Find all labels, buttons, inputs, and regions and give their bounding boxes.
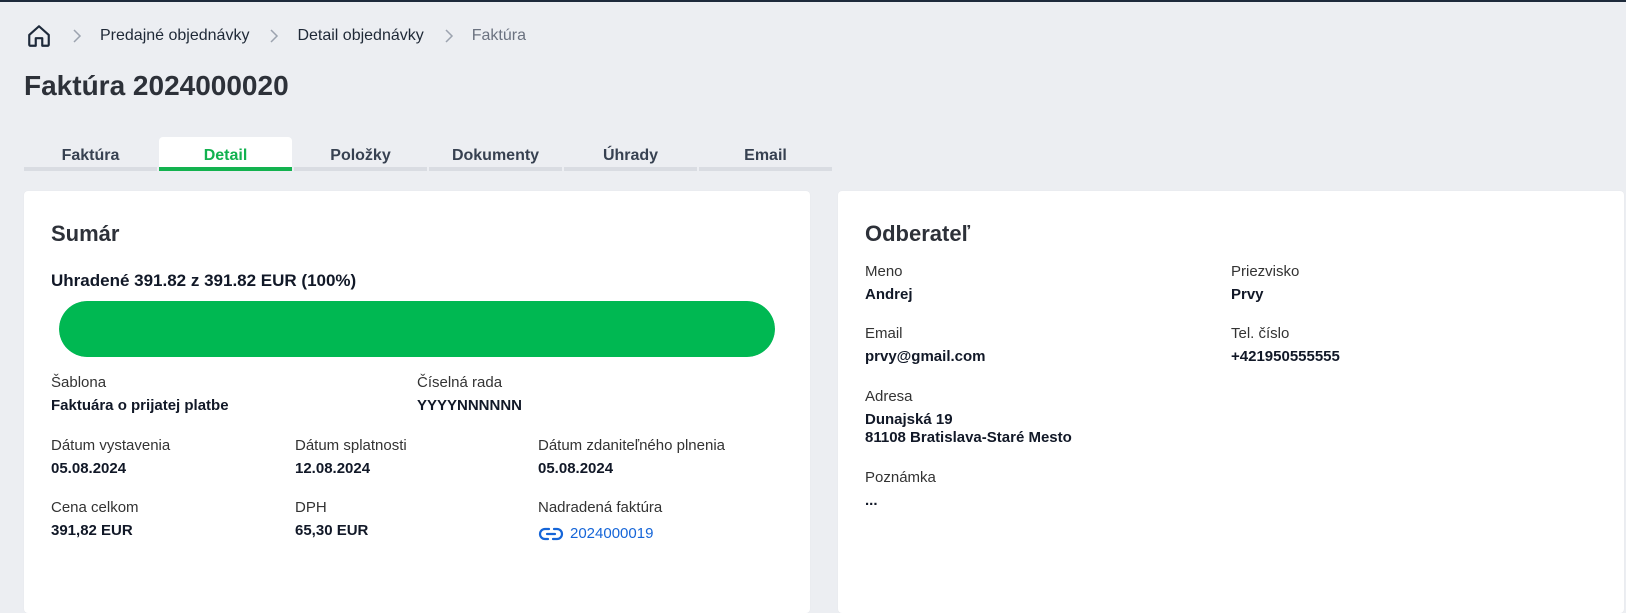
name-field: Meno Andrej bbox=[865, 263, 913, 304]
customer-title: Odberateľ bbox=[865, 221, 971, 246]
name-value: Andrej bbox=[865, 286, 913, 303]
issue-date-label: Dátum vystavenia bbox=[51, 437, 171, 454]
vat-value: 65,30 EUR bbox=[295, 522, 369, 539]
link-icon bbox=[538, 526, 564, 542]
series-field: Číselná rada YYYYNNNNNN bbox=[417, 374, 522, 415]
customer-card: Odberateľ Meno Andrej Priezvisko Prvy Em… bbox=[838, 191, 1624, 613]
tax-date-field: Dátum zdaniteľného plnenia 05.08.2024 bbox=[538, 437, 725, 478]
page-title: Faktúra 2024000020 bbox=[24, 70, 289, 101]
address-field: Adresa Dunajská 19 81108 Bratislava-Star… bbox=[865, 388, 1072, 447]
parent-invoice-link[interactable]: 2024000019 bbox=[538, 525, 662, 542]
due-date-field: Dátum splatnosti 12.08.2024 bbox=[295, 437, 407, 478]
total-label: Cena celkom bbox=[51, 499, 139, 516]
surname-field: Priezvisko Prvy bbox=[1231, 263, 1299, 304]
breadcrumb-current: Faktúra bbox=[471, 27, 526, 44]
template-label: Šablona bbox=[51, 374, 107, 391]
surname-value: Prvy bbox=[1231, 286, 1264, 303]
summary-card: Sumár Uhradené 391.82 z 391.82 EUR (100%… bbox=[24, 191, 810, 613]
note-field: Poznámka ... bbox=[865, 469, 936, 510]
surname-label: Priezvisko bbox=[1231, 263, 1300, 280]
due-date-value: 12.08.2024 bbox=[295, 460, 371, 477]
address-value: Dunajská 19 81108 Bratislava-Staré Mesto bbox=[865, 411, 1072, 447]
payment-progress-bar bbox=[59, 301, 775, 357]
note-label: Poznámka bbox=[865, 469, 936, 486]
email-value: prvy@gmail.com bbox=[865, 348, 986, 365]
chevron-right-icon bbox=[267, 29, 281, 43]
breadcrumb-sales-orders[interactable]: Predajné objednávky bbox=[100, 27, 249, 45]
breadcrumb: Predajné objednávky Detail objednávky Fa… bbox=[26, 22, 526, 50]
address-city: 81108 Bratislava-Staré Mesto bbox=[865, 429, 1072, 446]
chevron-right-icon bbox=[442, 29, 456, 43]
tab-detail[interactable]: Detail bbox=[159, 137, 292, 171]
vat-field: DPH 65,30 EUR bbox=[295, 499, 368, 540]
vat-label: DPH bbox=[295, 499, 327, 516]
template-value: Faktuára o prijatej platbe bbox=[51, 397, 229, 414]
home-icon[interactable] bbox=[26, 23, 52, 49]
tab-invoice[interactable]: Faktúra bbox=[24, 137, 157, 171]
template-field: Šablona Faktuára o prijatej platbe bbox=[51, 374, 229, 415]
issue-date-value: 05.08.2024 bbox=[51, 460, 127, 477]
series-label: Číselná rada bbox=[417, 374, 503, 391]
issue-date-field: Dátum vystavenia 05.08.2024 bbox=[51, 437, 170, 478]
tab-email[interactable]: Email bbox=[699, 137, 832, 171]
summary-title: Sumár bbox=[51, 221, 120, 246]
note-value: ... bbox=[865, 492, 878, 509]
address-label: Adresa bbox=[865, 388, 913, 405]
tab-bar: Faktúra Detail Položky Dokumenty Úhrady … bbox=[24, 137, 832, 171]
email-label: Email bbox=[865, 325, 903, 342]
tax-date-label: Dátum zdaniteľného plnenia bbox=[538, 437, 726, 454]
series-value: YYYYNNNNNN bbox=[417, 397, 523, 414]
parent-invoice-label: Nadradená faktúra bbox=[538, 499, 663, 516]
phone-value: +421950555555 bbox=[1231, 348, 1340, 365]
payment-progress-fill bbox=[59, 301, 775, 357]
tab-documents[interactable]: Dokumenty bbox=[429, 137, 562, 171]
parent-invoice-field: Nadradená faktúra 2024000019 bbox=[538, 499, 662, 542]
top-border bbox=[0, 0, 1626, 2]
breadcrumb-order-detail[interactable]: Detail objednávky bbox=[297, 27, 423, 45]
total-field: Cena celkom 391,82 EUR bbox=[51, 499, 139, 540]
paid-status-text: Uhradené 391.82 z 391.82 EUR (100%) bbox=[51, 271, 357, 290]
phone-field: Tel. číslo +421950555555 bbox=[1231, 325, 1340, 366]
tab-items[interactable]: Položky bbox=[294, 137, 427, 171]
due-date-label: Dátum splatnosti bbox=[295, 437, 407, 454]
total-value: 391,82 EUR bbox=[51, 522, 133, 539]
phone-label: Tel. číslo bbox=[1231, 325, 1290, 342]
email-field: Email prvy@gmail.com bbox=[865, 325, 986, 366]
tax-date-value: 05.08.2024 bbox=[538, 460, 614, 477]
tab-payments[interactable]: Úhrady bbox=[564, 137, 697, 171]
address-street: Dunajská 19 bbox=[865, 411, 953, 428]
name-label: Meno bbox=[865, 263, 903, 280]
parent-invoice-number[interactable]: 2024000019 bbox=[570, 525, 653, 542]
chevron-right-icon bbox=[70, 29, 84, 43]
